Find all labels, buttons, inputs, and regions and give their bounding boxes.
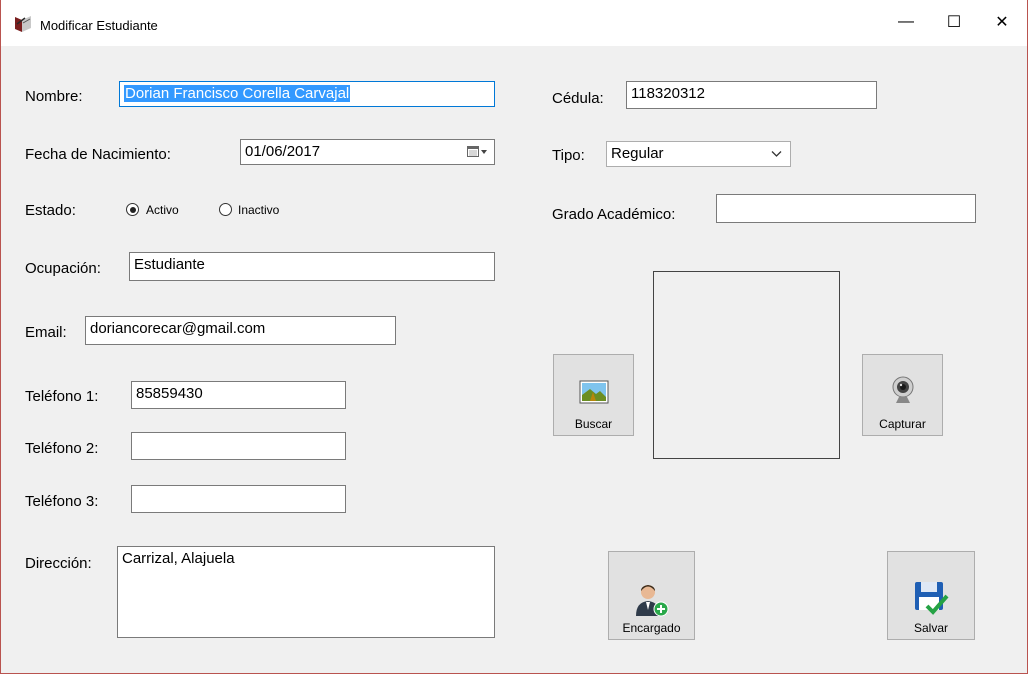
webcam-icon <box>892 376 913 403</box>
add-user-icon <box>635 585 668 617</box>
fecha-nacimiento-value: 01/06/2017 <box>245 143 321 160</box>
ocupacion-value: Estudiante <box>134 256 205 273</box>
salvar-button-label: Salvar <box>913 621 948 635</box>
direccion-label: Dirección: <box>25 555 92 572</box>
cedula-label: Cédula: <box>552 90 604 107</box>
direccion-textarea[interactable]: Carrizal, Alajuela <box>117 546 495 638</box>
email-label: Email: <box>25 324 67 341</box>
nombre-label: Nombre: <box>25 88 83 105</box>
nombre-value: Dorian Francisco Corella Carvajal <box>124 85 351 102</box>
capturar-button[interactable]: Capturar <box>862 354 943 436</box>
fecha-nacimiento-label: Fecha de Nacimiento: <box>25 146 171 163</box>
email-input[interactable]: doriancorecar@gmail.com <box>85 316 396 345</box>
cedula-value: 118320312 <box>631 85 705 102</box>
photo-picture-box <box>653 271 840 459</box>
telefono1-label: Teléfono 1: <box>25 388 99 405</box>
inactivo-radio[interactable] <box>219 203 232 216</box>
cedula-input[interactable]: 118320312 <box>626 81 877 109</box>
chevron-down-icon[interactable] <box>771 150 782 158</box>
encargado-button[interactable]: Encargado <box>608 551 695 640</box>
minimize-button[interactable]: — <box>883 6 929 38</box>
grado-academico-input[interactable] <box>716 194 976 223</box>
picture-icon <box>579 380 608 404</box>
save-disk-icon <box>915 582 949 615</box>
ocupacion-input[interactable]: Estudiante <box>129 252 495 281</box>
activo-radio-label[interactable]: Activo <box>146 203 179 217</box>
modificar-estudiante-window: Modificar Estudiante — ☐ ✕ Nombre: Doria… <box>0 0 1028 674</box>
estado-label: Estado: <box>25 202 76 219</box>
encargado-button-label: Encargado <box>622 621 681 635</box>
fecha-nacimiento-picker[interactable]: 01/06/2017 <box>240 139 495 165</box>
tipo-value: Regular <box>611 145 664 162</box>
calendar-icon[interactable] <box>467 146 489 158</box>
inactivo-radio-label[interactable]: Inactivo <box>238 203 279 217</box>
telefono3-label: Teléfono 3: <box>25 493 99 510</box>
salvar-button[interactable]: Salvar <box>887 551 975 640</box>
buscar-button[interactable]: Buscar <box>553 354 634 436</box>
telefono3-input[interactable] <box>131 485 346 513</box>
close-button[interactable]: ✕ <box>979 6 1025 38</box>
nombre-input[interactable]: Dorian Francisco Corella Carvajal <box>119 81 495 107</box>
title-bar[interactable]: Modificar Estudiante — ☐ ✕ <box>1 0 1027 46</box>
telefono1-value: 85859430 <box>136 385 203 402</box>
activo-radio[interactable] <box>126 203 139 216</box>
maximize-button[interactable]: ☐ <box>931 6 977 38</box>
tipo-label: Tipo: <box>552 147 585 164</box>
telefono1-input[interactable]: 85859430 <box>131 381 346 409</box>
capturar-button-label: Capturar <box>879 417 926 431</box>
window-title: Modificar Estudiante <box>40 18 158 33</box>
ocupacion-label: Ocupación: <box>25 260 101 277</box>
app-book-icon <box>15 16 31 32</box>
direccion-value: Carrizal, Alajuela <box>122 550 235 567</box>
tipo-select[interactable]: Regular <box>606 141 791 167</box>
buscar-button-label: Buscar <box>574 417 613 431</box>
telefono2-label: Teléfono 2: <box>25 440 99 457</box>
grado-academico-label: Grado Académico: <box>552 206 676 223</box>
email-value: doriancorecar@gmail.com <box>90 320 266 337</box>
telefono2-input[interactable] <box>131 432 346 460</box>
